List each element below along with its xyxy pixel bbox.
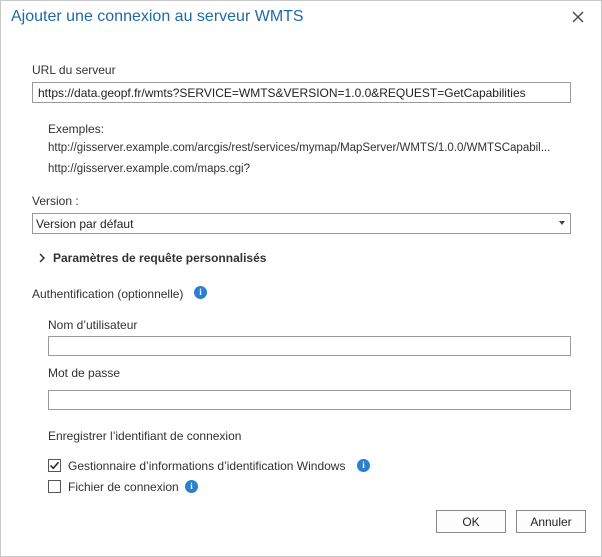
custom-request-params-expander[interactable]: Paramètres de requête personnalisés [37,251,266,265]
authentication-info-icon[interactable]: i [194,286,207,299]
checkmark-icon [49,461,60,470]
save-credential-label: Enregistrer l’identifiant de connexion [48,429,242,443]
version-select[interactable]: Version par défaut [32,213,571,234]
example-url-cgi: http://gisserver.example.com/maps.cgi? [48,163,250,175]
server-url-input[interactable] [33,83,570,102]
username-field[interactable] [48,336,571,356]
connection-file-checkbox[interactable] [48,480,61,493]
username-input[interactable] [49,337,570,355]
authentication-label: Authentification (optionnelle) [32,287,184,301]
example-url-arcgis: http://gisserver.example.com/arcgis/rest… [48,142,551,154]
ok-button[interactable]: OK [436,510,506,533]
windows-credential-manager-label[interactable]: Gestionnaire d’informations d’identifica… [68,459,345,473]
windows-credential-manager-checkbox[interactable] [48,459,61,472]
connection-file-info-icon[interactable]: i [185,480,198,493]
version-label: Version : [32,194,79,208]
dropdown-caret-icon [559,221,565,225]
username-label: Nom d’utilisateur [48,318,138,332]
server-url-label: URL du serveur [32,63,116,77]
password-input[interactable] [49,391,570,409]
close-icon[interactable] [567,6,589,28]
examples-heading: Exemples: [48,122,105,136]
connection-file-label[interactable]: Fichier de connexion [68,480,179,494]
server-url-field[interactable] [32,82,571,103]
add-wmts-connection-dialog: Ajouter une connexion au serveur WMTS UR… [0,0,602,557]
password-field[interactable] [48,390,571,410]
password-label: Mot de passe [48,366,121,380]
version-selected-value: Version par défaut [36,217,134,231]
custom-request-params-label: Paramètres de requête personnalisés [53,251,267,265]
cancel-button[interactable]: Annuler [516,510,586,533]
chevron-right-icon [37,251,47,265]
windows-credential-info-icon[interactable]: i [357,459,370,472]
dialog-title: Ajouter une connexion au serveur WMTS [11,8,304,25]
